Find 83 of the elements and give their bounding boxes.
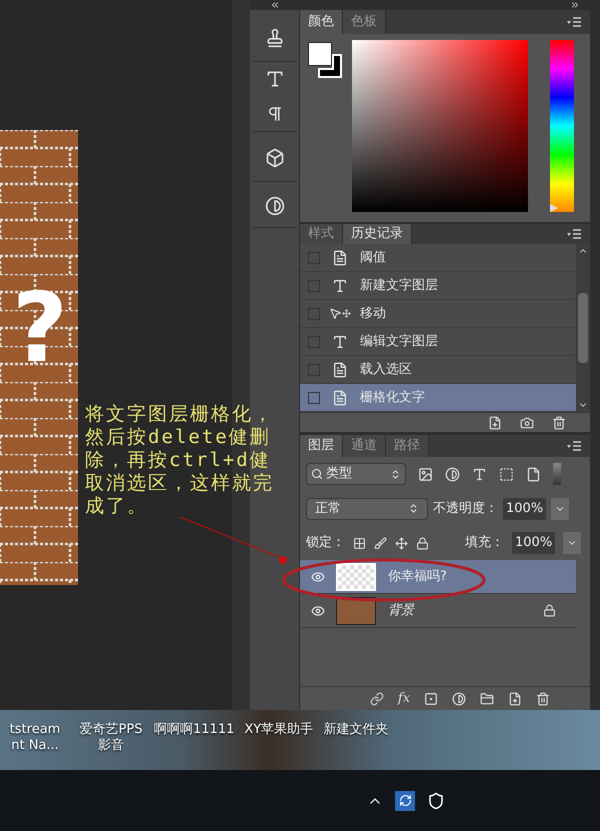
new-layer-icon[interactable] [508,692,522,706]
shield-tray-icon[interactable] [427,792,445,810]
adjustment-icon[interactable] [264,196,284,216]
mask-icon[interactable] [424,692,438,706]
stepper-icon [390,468,401,480]
folder-icon[interactable] [480,692,494,706]
history-item-label: 阈值 [360,248,386,267]
panel-menu-icon[interactable] [566,441,582,451]
hue-slider[interactable] [550,40,574,212]
adjustment-icon[interactable] [452,692,466,706]
link-icon[interactable] [370,692,384,706]
stepper-icon [408,503,419,514]
background-color-swatch[interactable] [318,54,342,78]
sync-tray-icon[interactable] [395,790,415,810]
blend-mode-dropdown[interactable]: 正常 [306,498,428,520]
panel-tab[interactable]: 图层 [300,435,343,457]
document-icon [332,362,348,378]
layer-row[interactable]: 你幸福吗? [300,560,576,594]
eye-icon[interactable] [311,570,325,584]
filter-toggle[interactable] [553,463,561,485]
desktop-icon[interactable]: tstream nt Na... [0,722,70,754]
lock-label: 锁定： [306,534,345,552]
panel-menu-icon[interactable] [566,17,582,27]
panel-tab[interactable]: 路径 [386,435,429,457]
history-item[interactable]: 新建文字图层 [300,272,576,300]
snapshot-checkbox[interactable] [308,392,320,404]
document-icon [332,390,348,406]
fill-field[interactable]: 100% [512,532,556,554]
layer-name: 背景 [388,602,416,620]
document-icon [332,250,348,266]
clone-source-icon[interactable] [264,28,284,48]
camera-icon[interactable] [520,416,534,430]
image-filter-icon[interactable] [418,466,433,482]
panel-tab[interactable]: 历史记录 [343,224,412,244]
new-document-icon[interactable] [488,416,502,430]
history-item[interactable]: 载入选区 [300,356,576,384]
layer-thumbnail [336,562,376,590]
opacity-label: 不透明度： [433,500,498,518]
trash-icon[interactable] [552,416,566,430]
history-item-label: 编辑文字图层 [360,332,438,351]
smart-object-filter-icon[interactable] [526,466,541,482]
filter-dropdown[interactable]: 类型 [306,463,406,485]
hue-slider-thumb[interactable] [550,204,558,212]
text-tool-icon [332,334,348,350]
lock-transparency-icon[interactable] [353,536,366,550]
fill-label: 填充： [465,534,504,552]
desktop-icon-label: tstream nt Na... [10,722,60,754]
lock-all-icon[interactable] [416,536,429,550]
trash-icon[interactable] [536,692,550,706]
annotation-text: 将文字图层栅格化，然后按delete健删除，再按ctrl+d健取消选区，这样就完成了。 [85,403,275,518]
history-item[interactable]: 栅格化文字 [300,384,576,412]
scrollbar[interactable] [576,244,590,412]
layer-name: 你幸福吗? [388,568,448,586]
lock-brush-icon[interactable] [374,536,387,550]
foreground-color-swatch[interactable] [308,42,332,66]
history-item[interactable]: 移动 [300,300,576,328]
search-icon [311,468,323,480]
history-item[interactable]: 编辑文字图层 [300,328,576,356]
panel-tab[interactable]: 样式 [300,224,343,244]
history-item-label: 新建文字图层 [360,276,438,295]
character-panel-icon[interactable] [264,69,284,89]
history-item-label: 栅格化文字 [360,388,425,407]
panel-tab[interactable]: 色板 [343,10,386,34]
history-item-label: 载入选区 [360,360,412,379]
color-field[interactable] [352,40,528,212]
text-filter-icon[interactable] [472,466,487,482]
adjustment-filter-icon[interactable] [445,466,460,482]
history-item[interactable]: 阈值 [300,244,576,272]
text-tool-icon [332,278,348,294]
layer-row[interactable]: 背景 [300,594,576,628]
opacity-field[interactable]: 100% [503,498,546,520]
move-tool-icon [329,307,351,320]
cube-icon[interactable] [264,148,284,168]
shape-filter-icon[interactable] [499,466,514,482]
fx-button[interactable]: fx [398,688,410,708]
panel-tab[interactable]: 通道 [343,435,386,457]
eye-icon[interactable] [311,604,325,618]
expand-icon[interactable] [570,0,580,10]
panel-menu-icon[interactable] [566,229,582,239]
collapse-icon[interactable] [270,0,280,10]
lock-position-icon[interactable] [395,536,408,550]
history-item-label: 移动 [360,304,386,323]
panel-tab[interactable]: 颜色 [300,10,343,34]
